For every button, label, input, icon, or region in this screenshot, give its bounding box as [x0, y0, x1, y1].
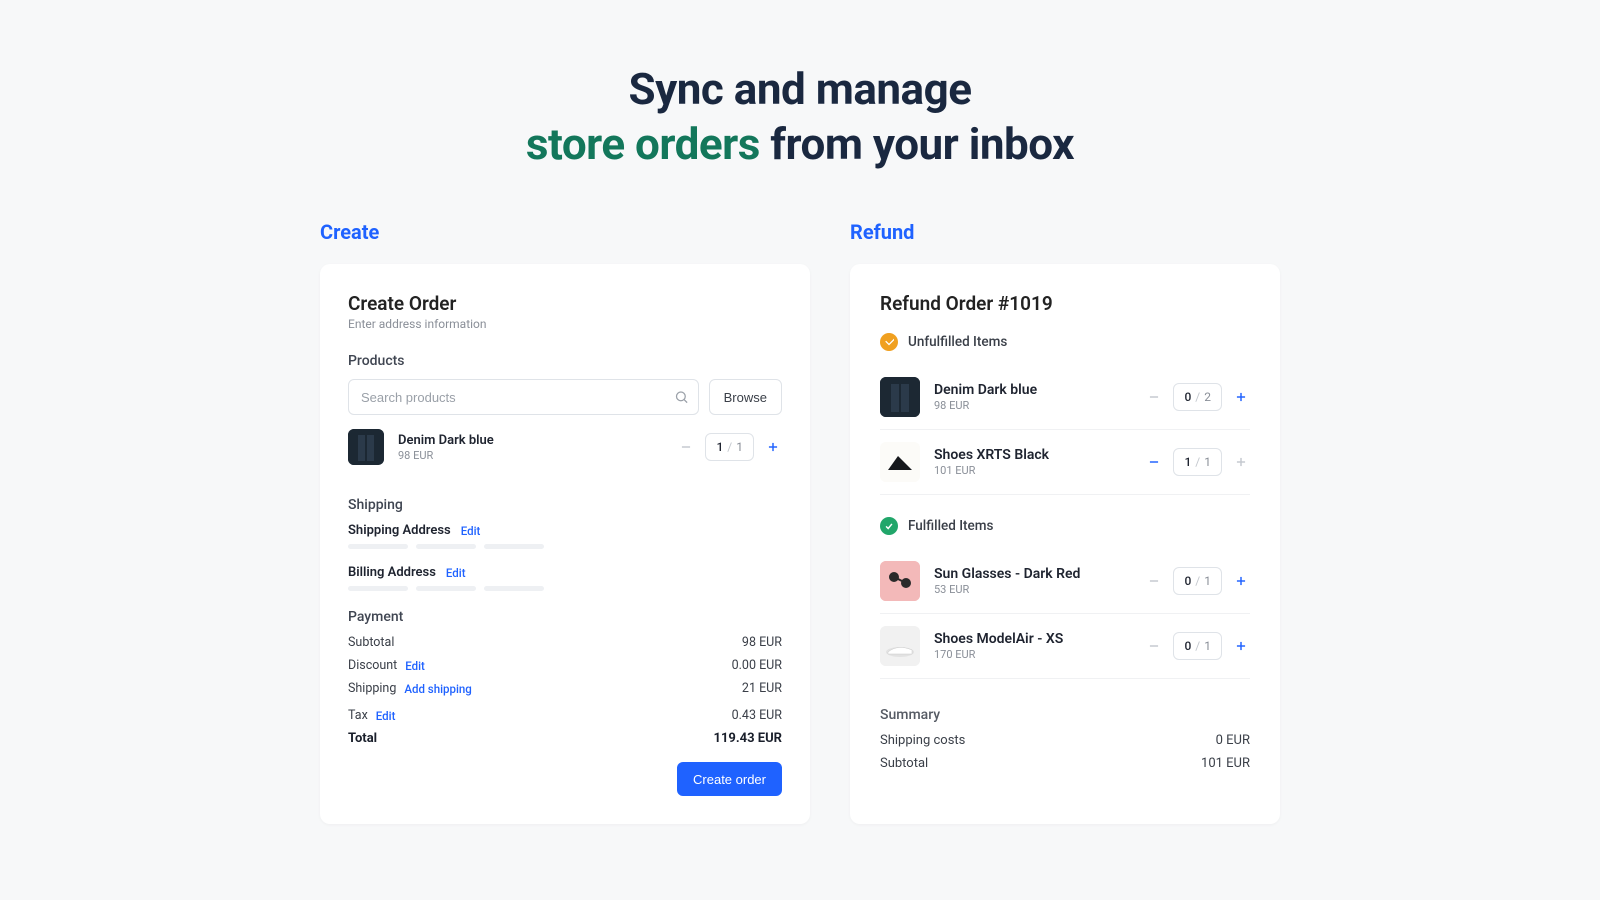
- headline-accent: store orders: [526, 118, 760, 170]
- decrement-button[interactable]: [1145, 453, 1163, 471]
- shipping-heading: Shipping: [348, 497, 782, 513]
- increment-button[interactable]: [1232, 388, 1250, 406]
- billing-address-placeholder: [348, 586, 782, 591]
- refund-tab-title: Refund: [850, 220, 1280, 244]
- product-name: Denim Dark blue: [398, 433, 677, 448]
- discount-label: Discount: [348, 658, 397, 673]
- products-heading: Products: [348, 353, 782, 369]
- total-value: 119.43 EUR: [713, 731, 782, 746]
- shipping-line-value: 21 EUR: [742, 681, 782, 696]
- subtotal-value: 98 EUR: [742, 635, 782, 650]
- quantity-box: 1 / 1: [705, 433, 754, 461]
- quantity-box: 0/1: [1173, 632, 1222, 660]
- create-tab-title: Create: [320, 220, 810, 244]
- refund-item: Denim Dark blue 98 EUR 0/2: [880, 365, 1250, 430]
- shipping-costs-label: Shipping costs: [880, 733, 965, 748]
- fulfilled-badge-icon: [880, 517, 898, 535]
- product-name: Denim Dark blue: [934, 382, 1145, 398]
- total-label: Total: [348, 731, 377, 746]
- edit-discount[interactable]: Edit: [405, 659, 425, 673]
- increment-button[interactable]: [1232, 453, 1250, 471]
- product-price: 98 EUR: [934, 399, 1145, 412]
- payment-heading: Payment: [348, 609, 782, 625]
- refund-subtotal-value: 101 EUR: [1201, 756, 1250, 771]
- product-thumb: [880, 626, 920, 666]
- increment-button[interactable]: [1232, 572, 1250, 590]
- tax-label: Tax: [348, 708, 368, 723]
- qty-current: 1: [716, 440, 723, 454]
- unfulfilled-heading: Unfulfilled Items: [908, 334, 1007, 350]
- edit-billing-address[interactable]: Edit: [446, 566, 466, 580]
- decrement-button[interactable]: [1145, 388, 1163, 406]
- decrement-button[interactable]: [1145, 637, 1163, 655]
- create-column: Create Create Order Enter address inform…: [320, 220, 810, 824]
- refund-item: Shoes XRTS Black 101 EUR 1/1: [880, 430, 1250, 495]
- fulfilled-heading: Fulfilled Items: [908, 518, 993, 534]
- quantity-box: 1/1: [1173, 448, 1222, 476]
- quantity-box: 0/2: [1173, 383, 1222, 411]
- discount-value: 0.00 EUR: [732, 658, 782, 673]
- refund-column: Refund Refund Order #1019 Unfulfilled It…: [850, 220, 1280, 824]
- create-order-button[interactable]: Create order: [677, 762, 782, 796]
- increment-button[interactable]: [764, 438, 782, 456]
- edit-shipping-address[interactable]: Edit: [461, 524, 481, 538]
- product-price: 101 EUR: [934, 464, 1145, 477]
- summary-heading: Summary: [880, 707, 1250, 723]
- billing-address-label: Billing Address: [348, 565, 436, 580]
- product-thumb: [880, 377, 920, 417]
- headline-part2: from your inbox: [760, 118, 1074, 170]
- decrement-button[interactable]: [677, 438, 695, 456]
- shipping-line-label: Shipping: [348, 681, 396, 696]
- product-name: Sun Glasses - Dark Red: [934, 566, 1145, 582]
- product-price: 53 EUR: [934, 583, 1145, 596]
- unfulfilled-badge-icon: [880, 333, 898, 351]
- add-shipping-link[interactable]: Add shipping: [404, 682, 471, 696]
- product-price: 170 EUR: [934, 648, 1145, 661]
- product-thumb: [880, 442, 920, 482]
- product-row: Denim Dark blue 98 EUR 1 / 1: [348, 429, 782, 465]
- decrement-button[interactable]: [1145, 572, 1163, 590]
- create-card-title: Create Order: [348, 292, 782, 315]
- shipping-address-label: Shipping Address: [348, 523, 451, 538]
- product-search: [348, 379, 699, 415]
- page-headline: Sync and manage store orders from your i…: [0, 0, 1600, 172]
- refund-card-title: Refund Order #1019: [880, 292, 1250, 315]
- product-thumb: [880, 561, 920, 601]
- edit-tax[interactable]: Edit: [376, 709, 396, 723]
- qty-total: 1: [736, 440, 743, 454]
- product-name: Shoes XRTS Black: [934, 447, 1145, 463]
- product-thumb: [348, 429, 384, 465]
- search-input[interactable]: [348, 379, 699, 415]
- product-name: Shoes ModelAir - XS: [934, 631, 1145, 647]
- refund-subtotal-label: Subtotal: [880, 756, 928, 771]
- subtotal-label: Subtotal: [348, 635, 394, 650]
- search-icon: [674, 390, 689, 405]
- headline-part1: Sync and manage: [629, 63, 972, 115]
- create-card-subtitle: Enter address information: [348, 317, 782, 331]
- product-price: 98 EUR: [398, 449, 677, 462]
- quantity-box: 0/1: [1173, 567, 1222, 595]
- shipping-address-placeholder: [348, 544, 782, 549]
- refund-item: Sun Glasses - Dark Red 53 EUR 0/1: [880, 549, 1250, 614]
- create-order-card: Create Order Enter address information P…: [320, 264, 810, 824]
- refund-item: Shoes ModelAir - XS 170 EUR 0/1: [880, 614, 1250, 679]
- tax-value: 0.43 EUR: [732, 708, 782, 723]
- refund-order-card: Refund Order #1019 Unfulfilled Items Den…: [850, 264, 1280, 824]
- increment-button[interactable]: [1232, 637, 1250, 655]
- shipping-costs-value: 0 EUR: [1216, 733, 1250, 748]
- browse-button[interactable]: Browse: [709, 379, 782, 415]
